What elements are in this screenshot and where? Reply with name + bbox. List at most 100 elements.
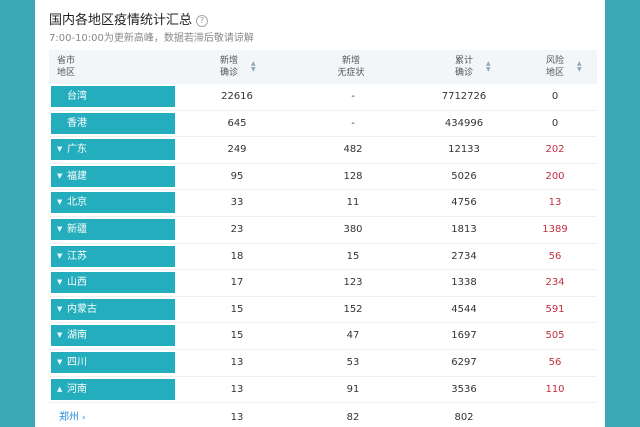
region-name: 内蒙古: [67, 303, 97, 315]
sort-icon[interactable]: ▲ ▼: [251, 61, 256, 73]
expand-icon: ▼: [57, 198, 63, 207]
expand-icon: ▼: [57, 145, 63, 154]
risk-areas-cell: 505: [545, 330, 565, 342]
region-button[interactable]: 香港: [51, 112, 175, 134]
new-confirmed-cell: 33: [230, 197, 244, 209]
new-asymptomatic-cell: 482: [343, 144, 363, 156]
total-confirmed-cell: 1338: [451, 277, 477, 289]
new-asymptomatic-cell: -: [351, 91, 355, 102]
region-button[interactable]: ▼ 北京: [51, 192, 175, 214]
risk-areas-cell: 200: [545, 170, 565, 182]
new-asymptomatic-cell: 53: [346, 356, 360, 368]
region-button[interactable]: ▼ 新疆: [51, 218, 175, 240]
region-button[interactable]: ▼ 江苏: [51, 245, 175, 267]
risk-areas-cell: 110: [545, 383, 565, 395]
table-row: ▼ 内蒙古 15 152 4544 591: [49, 297, 597, 324]
region-button[interactable]: ▼ 福建: [51, 165, 175, 187]
region-name: 湖南: [67, 330, 87, 342]
region-name: 山西: [67, 277, 87, 289]
sort-icon[interactable]: ▲ ▼: [486, 61, 491, 73]
new-asymptomatic-cell: -: [351, 117, 355, 129]
sort-icon[interactable]: ▲ ▼: [577, 61, 582, 73]
new-asymptomatic-cell: 47: [346, 330, 360, 342]
region-button[interactable]: ▼ 山西: [51, 272, 175, 294]
region-name: 香港: [67, 117, 87, 129]
table-row: ▼ 江苏 18 15 2734 56: [49, 244, 597, 271]
stats-card: 国内各地区疫情统计汇总? 7:00-10:00为更新高峰，数据若滞后敬请谅解 省…: [35, 0, 605, 427]
expand-icon: ▼: [57, 304, 63, 313]
risk-areas-cell: 1389: [542, 223, 568, 235]
new-confirmed-cell: 17: [230, 277, 244, 289]
region-name: 台湾: [67, 91, 87, 102]
region-button[interactable]: ▼ 内蒙古: [51, 298, 175, 320]
new-confirmed-cell: 13: [230, 412, 244, 424]
region-name: 新疆: [67, 223, 87, 235]
risk-areas-cell: 0: [551, 91, 559, 102]
new-asymptomatic-cell: 128: [343, 170, 363, 182]
total-confirmed-cell: 6297: [451, 356, 477, 368]
new-confirmed-cell: 95: [230, 170, 244, 182]
new-confirmed-cell: 23: [230, 223, 244, 235]
new-confirmed-cell: 645: [227, 117, 247, 129]
new-confirmed-cell: 13: [230, 383, 244, 395]
table-row: ▼ 福建 95 128 5026 200: [49, 164, 597, 191]
city-link-zhengzhou[interactable]: 郑州 ›: [59, 403, 86, 427]
total-confirmed-cell: 3536: [451, 383, 477, 395]
total-confirmed-cell: 2734: [451, 250, 477, 262]
region-name: 福建: [67, 170, 87, 182]
region-name: 广东: [67, 144, 87, 156]
new-asymptomatic-cell: 91: [346, 383, 360, 395]
risk-areas-cell: 234: [545, 277, 565, 289]
total-confirmed-cell: 4544: [451, 303, 477, 315]
region-name: 四川: [67, 356, 87, 368]
table-row: ▲ 河南 13 91 3536 110: [49, 377, 597, 404]
page-title: 国内各地区疫情统计汇总?: [49, 9, 209, 28]
risk-areas-cell: 56: [548, 250, 562, 262]
total-confirmed-cell: 7712726: [441, 91, 487, 102]
risk-areas-cell: 591: [545, 303, 565, 315]
total-confirmed-cell: 1697: [451, 330, 477, 342]
total-confirmed-cell: 5026: [451, 170, 477, 182]
table-row: ▼ 广东 249 482 12133 202: [49, 137, 597, 164]
total-confirmed-cell: 434996: [444, 117, 484, 129]
chevron-right-icon: ›: [82, 413, 86, 424]
new-confirmed-cell: 18: [230, 250, 244, 262]
region-button[interactable]: ▲ 河南: [51, 378, 175, 400]
header-new-asymptomatic[interactable]: 新增 无症状: [321, 55, 381, 79]
expand-icon: ▼: [57, 278, 63, 287]
new-asymptomatic-cell: 152: [343, 303, 363, 315]
total-confirmed-cell: 802: [454, 412, 474, 424]
table-row: ▼ 四川 13 53 6297 56: [49, 350, 597, 377]
total-confirmed-cell: 12133: [448, 144, 480, 156]
new-asymptomatic-cell: 11: [346, 197, 360, 209]
table-header: 省市 地区 新增 确诊 ▲ ▼ 新增 无症状 累计 确诊 ▲ ▼ 风险 地区 ▲ ▼: [49, 50, 597, 84]
new-confirmed-cell: 13: [230, 356, 244, 368]
table-row: ▼ 山西 17 123 1338 234: [49, 270, 597, 297]
risk-areas-cell: 202: [545, 144, 565, 156]
risk-areas-cell: [525, 403, 585, 427]
region-button[interactable]: ▼ 四川: [51, 351, 175, 373]
table-row: ▼ 新疆 23 380 1813 1389: [49, 217, 597, 244]
header-total-confirmed[interactable]: 累计 确诊: [444, 55, 484, 79]
table-row: 香港 645 - 434996 0: [49, 111, 597, 138]
new-confirmed-cell: 15: [230, 303, 244, 315]
help-icon[interactable]: ?: [196, 15, 209, 27]
risk-areas-cell: 56: [548, 356, 562, 368]
header-new-confirmed[interactable]: 新增 确诊: [209, 55, 249, 79]
total-confirmed-cell: 4756: [451, 197, 477, 209]
expand-icon: ▼: [57, 171, 63, 180]
region-button[interactable]: ▼ 湖南: [51, 325, 175, 347]
header-risk-areas[interactable]: 风险 地区: [535, 55, 575, 79]
expand-icon: ▼: [57, 224, 63, 233]
new-asymptomatic-cell: 380: [343, 223, 363, 235]
table-row: ▼ 北京 33 11 4756 13: [49, 190, 597, 217]
region-name: 北京: [67, 197, 87, 209]
expand-icon: ▲: [57, 384, 63, 393]
table-row: 台湾 22616 - 7712726 0: [49, 84, 597, 111]
new-confirmed-cell: 22616: [221, 91, 253, 102]
region-button[interactable]: ▼ 广东: [51, 139, 175, 161]
new-asymptomatic-cell: 123: [343, 277, 363, 289]
total-confirmed-cell: 1813: [451, 223, 477, 235]
sub-region-row: 郑州 › 13 82 802: [49, 403, 597, 427]
region-button[interactable]: 台湾: [51, 86, 175, 107]
